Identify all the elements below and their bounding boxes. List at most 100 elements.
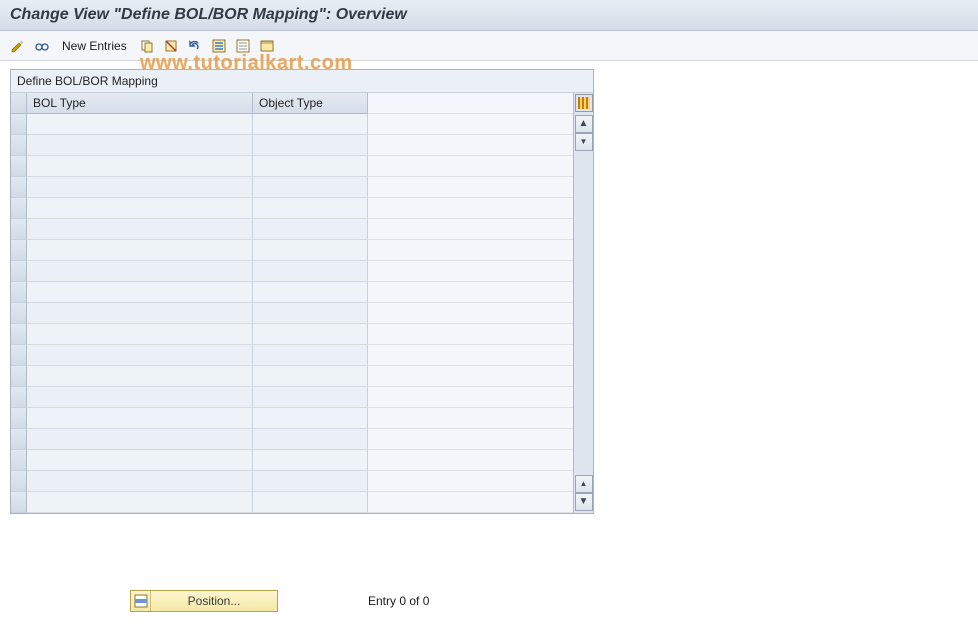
object-type-cell[interactable] bbox=[253, 471, 368, 492]
bol-type-cell[interactable] bbox=[27, 282, 253, 303]
row-selector[interactable] bbox=[11, 198, 27, 219]
deselect-all-icon bbox=[235, 38, 251, 54]
object-type-cell[interactable] bbox=[253, 219, 368, 240]
toggle-change-button[interactable] bbox=[8, 36, 28, 56]
row-selector[interactable] bbox=[11, 261, 27, 282]
bol-type-cell[interactable] bbox=[27, 156, 253, 177]
table-row bbox=[11, 450, 573, 471]
row-selector[interactable] bbox=[11, 282, 27, 303]
object-type-cell[interactable] bbox=[253, 282, 368, 303]
scroll-down-button[interactable]: ▲ bbox=[575, 475, 593, 493]
bol-type-cell[interactable] bbox=[27, 303, 253, 324]
row-selector[interactable] bbox=[11, 114, 27, 135]
scroll-bottom-button[interactable]: ▼ bbox=[575, 493, 593, 511]
table-row bbox=[11, 219, 573, 240]
bol-type-cell[interactable] bbox=[27, 261, 253, 282]
row-filler bbox=[368, 492, 573, 513]
object-type-cell[interactable] bbox=[253, 261, 368, 282]
grid-side-column: ▲ ▼ ▲ ▼ bbox=[573, 93, 593, 513]
object-type-cell[interactable] bbox=[253, 345, 368, 366]
bol-type-cell[interactable] bbox=[27, 345, 253, 366]
row-selector[interactable] bbox=[11, 303, 27, 324]
header-filler bbox=[368, 93, 573, 114]
row-selector[interactable] bbox=[11, 135, 27, 156]
title-bar: Change View "Define BOL/BOR Mapping": Ov… bbox=[0, 0, 978, 31]
row-selector[interactable] bbox=[11, 156, 27, 177]
object-type-cell[interactable] bbox=[253, 114, 368, 135]
object-type-cell[interactable] bbox=[253, 429, 368, 450]
row-filler bbox=[368, 324, 573, 345]
bol-type-cell[interactable] bbox=[27, 135, 253, 156]
row-filler bbox=[368, 114, 573, 135]
row-selector[interactable] bbox=[11, 429, 27, 450]
row-selector[interactable] bbox=[11, 408, 27, 429]
delete-icon bbox=[163, 38, 179, 54]
object-type-cell[interactable] bbox=[253, 240, 368, 261]
bol-type-cell[interactable] bbox=[27, 324, 253, 345]
new-entries-button[interactable]: New Entries bbox=[56, 37, 133, 55]
table-row bbox=[11, 324, 573, 345]
content-area: Define BOL/BOR Mapping BOL Type Object T… bbox=[0, 61, 978, 514]
row-selector[interactable] bbox=[11, 324, 27, 345]
bol-type-cell[interactable] bbox=[27, 492, 253, 513]
bol-type-cell[interactable] bbox=[27, 177, 253, 198]
delete-button[interactable] bbox=[161, 36, 181, 56]
row-filler bbox=[368, 198, 573, 219]
select-all-button[interactable] bbox=[209, 36, 229, 56]
print-button[interactable] bbox=[257, 36, 277, 56]
object-type-cell[interactable] bbox=[253, 177, 368, 198]
bol-type-cell[interactable] bbox=[27, 219, 253, 240]
table-row bbox=[11, 303, 573, 324]
scroll-up-button[interactable]: ▼ bbox=[575, 133, 593, 151]
bol-type-cell[interactable] bbox=[27, 387, 253, 408]
row-selector[interactable] bbox=[11, 450, 27, 471]
object-type-cell[interactable] bbox=[253, 408, 368, 429]
object-type-cell[interactable] bbox=[253, 198, 368, 219]
table-row bbox=[11, 240, 573, 261]
row-selector[interactable] bbox=[11, 219, 27, 240]
object-type-cell[interactable] bbox=[253, 324, 368, 345]
row-selector[interactable] bbox=[11, 366, 27, 387]
row-filler bbox=[368, 282, 573, 303]
other-view-button[interactable] bbox=[32, 36, 52, 56]
object-type-cell[interactable] bbox=[253, 366, 368, 387]
copy-button[interactable] bbox=[137, 36, 157, 56]
object-type-cell[interactable] bbox=[253, 450, 368, 471]
row-selector[interactable] bbox=[11, 240, 27, 261]
configure-columns-button[interactable] bbox=[575, 94, 593, 112]
col-header-object-type[interactable]: Object Type bbox=[253, 93, 368, 114]
bol-type-cell[interactable] bbox=[27, 366, 253, 387]
bol-type-cell[interactable] bbox=[27, 240, 253, 261]
table-row bbox=[11, 135, 573, 156]
row-selector[interactable] bbox=[11, 471, 27, 492]
row-selector[interactable] bbox=[11, 387, 27, 408]
row-filler bbox=[368, 345, 573, 366]
table-row bbox=[11, 366, 573, 387]
row-filler bbox=[368, 471, 573, 492]
bol-type-cell[interactable] bbox=[27, 450, 253, 471]
bol-type-cell[interactable] bbox=[27, 198, 253, 219]
deselect-all-button[interactable] bbox=[233, 36, 253, 56]
table-frame: Define BOL/BOR Mapping BOL Type Object T… bbox=[10, 69, 594, 514]
select-all-icon bbox=[211, 38, 227, 54]
row-selector[interactable] bbox=[11, 345, 27, 366]
footer-bar: Position... Entry 0 of 0 bbox=[0, 590, 978, 612]
col-header-bol-type[interactable]: BOL Type bbox=[27, 93, 253, 114]
bol-type-cell[interactable] bbox=[27, 408, 253, 429]
object-type-cell[interactable] bbox=[253, 135, 368, 156]
undo-icon bbox=[187, 38, 203, 54]
row-selector[interactable] bbox=[11, 492, 27, 513]
select-all-rows[interactable] bbox=[11, 93, 27, 114]
object-type-cell[interactable] bbox=[253, 156, 368, 177]
position-button[interactable]: Position... bbox=[130, 590, 278, 612]
scroll-top-button[interactable]: ▲ bbox=[575, 115, 593, 133]
bol-type-cell[interactable] bbox=[27, 114, 253, 135]
row-filler bbox=[368, 450, 573, 471]
object-type-cell[interactable] bbox=[253, 492, 368, 513]
undo-button[interactable] bbox=[185, 36, 205, 56]
row-selector[interactable] bbox=[11, 177, 27, 198]
object-type-cell[interactable] bbox=[253, 303, 368, 324]
bol-type-cell[interactable] bbox=[27, 471, 253, 492]
bol-type-cell[interactable] bbox=[27, 429, 253, 450]
object-type-cell[interactable] bbox=[253, 387, 368, 408]
